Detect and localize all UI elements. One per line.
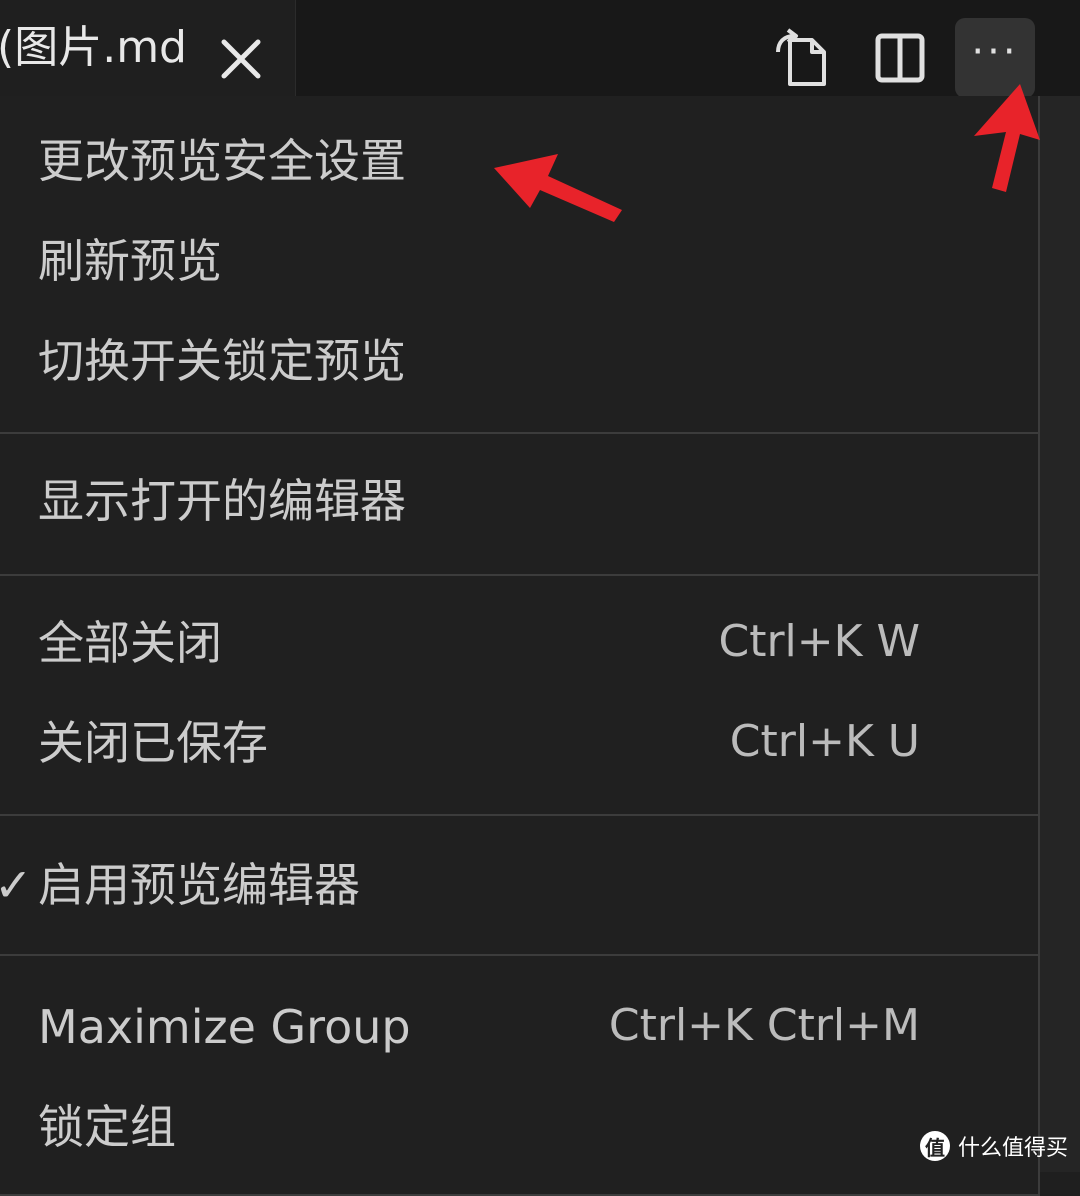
menu-item-label: 关闭已保存 <box>38 716 268 770</box>
menu-item-label: 锁定组 <box>38 1100 176 1154</box>
menu-item-label: 显示打开的编辑器 <box>38 474 406 528</box>
menu-item-label: 刷新预览 <box>38 234 222 288</box>
editor-tab-bar: (图片.md ··· <box>0 0 1080 98</box>
tab-title: (图片.md <box>0 22 187 73</box>
menu-item-label: 切换开关锁定预览 <box>38 334 406 388</box>
menu-item-label: 全部关闭 <box>38 616 222 670</box>
menu-item-shortcut: Ctrl+K Ctrl+M <box>608 1000 920 1051</box>
watermark-logo-icon: 值 <box>919 1131 950 1161</box>
annotation-arrow-icon <box>494 154 622 222</box>
menu-item-toggle-lock-preview[interactable]: 切换开关锁定预览 <box>0 314 1038 404</box>
menu-separator <box>0 574 1038 576</box>
menu-item-label: 启用预览编辑器 <box>38 858 360 912</box>
watermark-text: 什么值得买 <box>957 1136 1068 1161</box>
open-source-button[interactable] <box>762 18 842 98</box>
menu-item-lock-group[interactable]: 锁定组 <box>0 1080 1038 1170</box>
watermark: 值 什么值得买 <box>919 1130 1068 1162</box>
check-icon: ✓ <box>0 858 33 912</box>
menu-item-label: Maximize Group <box>38 1000 411 1054</box>
annotation-arrow-icon <box>974 84 1040 192</box>
close-icon[interactable] <box>218 36 264 82</box>
menu-item-maximize-group[interactable]: Maximize Group Ctrl+K Ctrl+M <box>0 980 1038 1070</box>
editor-tab[interactable]: (图片.md <box>0 0 296 96</box>
more-icon: ··· <box>971 29 1019 75</box>
menu-item-label: 更改预览安全设置 <box>38 134 406 188</box>
menu-item-show-opened-editors[interactable]: 显示打开的编辑器 <box>0 454 1038 544</box>
editor-scrollbar[interactable] <box>1040 96 1080 1172</box>
menu-item-shortcut: Ctrl+K U <box>729 716 920 767</box>
menu-item-close-saved[interactable]: 关闭已保存 Ctrl+K U <box>0 696 1038 786</box>
menu-separator <box>0 432 1038 434</box>
open-file-icon <box>776 28 826 86</box>
context-menu: 更改预览安全设置 刷新预览 切换开关锁定预览 显示打开的编辑器 全部关闭 Ctr… <box>0 96 1040 1196</box>
split-editor-button[interactable] <box>860 18 940 98</box>
menu-separator <box>0 954 1038 956</box>
menu-item-shortcut: Ctrl+K W <box>718 616 920 667</box>
split-editor-icon <box>875 33 925 83</box>
menu-separator <box>0 814 1038 816</box>
menu-item-close-all[interactable]: 全部关闭 Ctrl+K W <box>0 596 1038 686</box>
menu-item-enable-preview-editors[interactable]: ✓ 启用预览编辑器 <box>0 838 1038 928</box>
